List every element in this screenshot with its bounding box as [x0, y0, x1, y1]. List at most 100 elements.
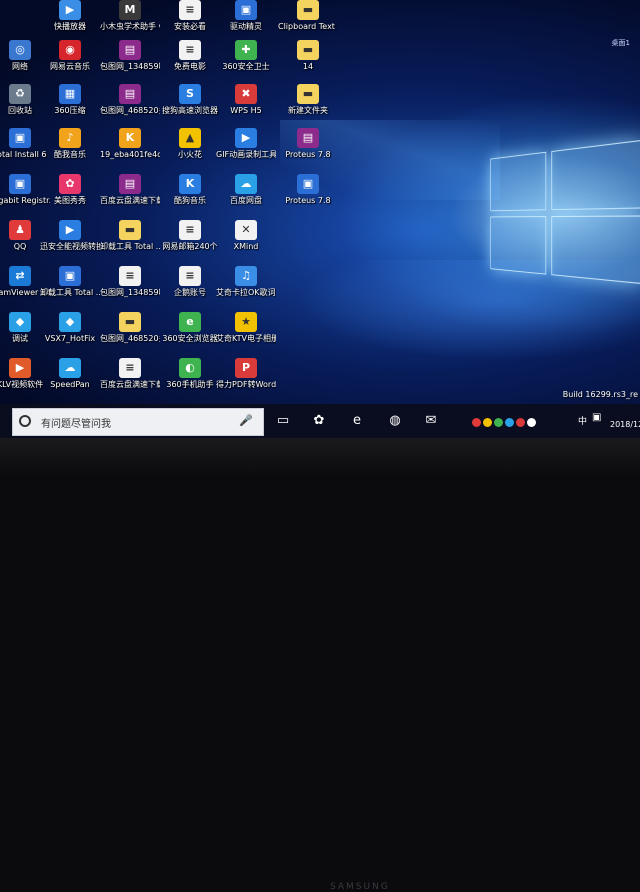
- app-icon: ▣: [9, 128, 31, 148]
- app-icon: e: [179, 312, 201, 332]
- app-icon: ▤: [119, 84, 141, 104]
- app-icon: ▶: [235, 128, 257, 148]
- desktop-icon-label: Clipboard Text (2018...: [278, 22, 338, 31]
- task-view-button[interactable]: ▭: [272, 410, 294, 432]
- desktop-icon-label: 小木虫学术助手 v0.1.8...: [100, 22, 160, 31]
- search-placeholder: 有问题尽管问我: [41, 419, 111, 430]
- app-icon: ☁: [59, 358, 81, 378]
- desktop-icon-label: 快播放器: [54, 22, 86, 31]
- desktop-icon-label: 14: [302, 62, 314, 71]
- app-icon: ▤: [297, 128, 319, 148]
- desktop-icon-label: 艾奇卡拉OK歌词字幕制...: [216, 288, 276, 297]
- tray-app-icon[interactable]: [516, 418, 525, 427]
- app-icon: ≡: [179, 0, 201, 20]
- desktop-icon-label: 360安全浏览器: [162, 334, 218, 343]
- notification-icon[interactable]: ▣: [592, 412, 601, 423]
- desktop-icon-label: 包图网_468520多...: [100, 106, 160, 115]
- desktop-icon-label: 百度云盘满速下载器: [100, 380, 160, 389]
- app-icon: ≡: [119, 358, 141, 378]
- logo-pane-top-left: [490, 151, 547, 212]
- desktop-icon-label: 百度云盘满速下载器: [100, 196, 160, 205]
- desktop-icon-label: 包图网_468520多...: [100, 334, 160, 343]
- clock-date[interactable]: 2018/12: [610, 420, 640, 429]
- desktop-icon-label: 360安全卫士: [222, 62, 270, 71]
- desktop-icon-label: VSX7_HotFix: [44, 334, 96, 343]
- app-icon: ◐: [179, 358, 201, 378]
- app-icon: M: [119, 0, 141, 20]
- desktop-icon-label: 迅安全能视频转换器: [40, 242, 100, 251]
- ime-indicator[interactable]: 中: [578, 414, 587, 427]
- desktop-icon-label: Proteus 7.8: [285, 150, 331, 159]
- app-icon: ♪: [59, 128, 81, 148]
- desktop-icon-label: 卸载工具 Total ...: [40, 288, 100, 297]
- desktop-icon-label: 美图秀秀: [54, 196, 86, 205]
- desktop-icon-label: 19_eba401fe4c18f209e...: [100, 150, 160, 159]
- desktop-icon-label: 新建文件夹: [288, 106, 328, 115]
- desktop-icon-label: 卸载工具 Total ...: [100, 242, 160, 251]
- cortana-icon: [19, 415, 31, 427]
- app-icon: ≡: [179, 220, 201, 240]
- desktop-icon-label: GIF动画录制工具: [216, 150, 276, 159]
- app-icon: ▣: [235, 0, 257, 20]
- app-icon: ▦: [59, 84, 81, 104]
- tray-app-icon[interactable]: [483, 418, 492, 427]
- desktop-label: 桌面1: [611, 39, 630, 47]
- app-icon: ✚: [235, 40, 257, 60]
- app-icon: ▬: [119, 220, 141, 240]
- app-icon: S: [179, 84, 201, 104]
- app-icon: ▤: [119, 174, 141, 194]
- desktop-icon-label: XMind: [233, 242, 259, 251]
- tray-app-icon[interactable]: [527, 418, 536, 427]
- app-icon: ✖: [235, 84, 257, 104]
- app-icon: ◎: [9, 40, 31, 60]
- tray-app-icon[interactable]: [494, 418, 503, 427]
- tray-app-icon[interactable]: [472, 418, 481, 427]
- app-icon: ≡: [179, 266, 201, 286]
- desktop-icon-label: 得力PDF转Word: [216, 380, 276, 389]
- app-icon: ▬: [297, 0, 319, 20]
- tray-app-icon[interactable]: [505, 418, 514, 427]
- app-button-2[interactable]: ◍: [384, 410, 406, 432]
- app-icon: ♫: [235, 266, 257, 286]
- app-icon: ▶: [59, 0, 81, 20]
- desktop-icon-label: 百度网盘: [230, 196, 262, 205]
- desktop-icon-label: 酷狗音乐: [174, 196, 206, 205]
- system-tray-icons: [472, 412, 538, 430]
- app-icon: ☁: [235, 174, 257, 194]
- app-icon: ▬: [297, 84, 319, 104]
- microphone-icon[interactable]: 🎤: [239, 414, 253, 427]
- mail-button[interactable]: ✉: [420, 410, 442, 432]
- desktop-icon-label: SpeedPan: [50, 380, 90, 389]
- cortana-search-box[interactable]: 有问题尽管问我 🎤: [12, 408, 264, 436]
- desktop-icon-label: 搜狗高速浏览器: [162, 106, 218, 115]
- desktop-icon-label: WPS H5: [230, 106, 262, 115]
- app-icon: ▶: [59, 220, 81, 240]
- desktop-icon-label: Proteus 7.8: [285, 196, 331, 205]
- app-icon: ▣: [59, 266, 81, 286]
- app-icon: K: [119, 128, 141, 148]
- windows-logo-wallpaper: [490, 139, 640, 302]
- desktop-icon-label: 企鹅账号: [174, 288, 206, 297]
- app-button-1[interactable]: ✿: [308, 410, 330, 432]
- app-icon: ◉: [59, 40, 81, 60]
- desktop-icon[interactable]: ▣ Proteus 7.8: [278, 174, 338, 228]
- desktop-icon-label: 免费电影: [174, 62, 206, 71]
- start-button[interactable]: [0, 404, 12, 438]
- app-icon: ▲: [179, 128, 201, 148]
- desktop-icon-label: 小火花: [178, 150, 202, 159]
- logo-pane-top-right: [551, 139, 640, 211]
- app-icon: ♟: [9, 220, 31, 240]
- app-icon: ★: [235, 312, 257, 332]
- app-icon: K: [179, 174, 201, 194]
- logo-pane-bottom-left: [490, 216, 547, 275]
- edge-button[interactable]: e: [346, 410, 368, 432]
- desktop-icon-label: 包图网_134859唯...: [100, 62, 160, 71]
- app-icon: ▤: [119, 40, 141, 60]
- desktop-icon-label: 360手机助手: [166, 380, 214, 389]
- desktop-icon-label: 艾奇KTV电子相册制作软件: [216, 334, 276, 343]
- desktop-screen[interactable]: ▶ 快播放器 M 小木虫学术助手 v0.1.8... ≡ 安装必看 ▣ 驱动精灵 ▬ Clipbo…: [0, 0, 640, 438]
- app-icon: ✿: [59, 174, 81, 194]
- app-icon: ≡: [179, 40, 201, 60]
- monitor-bezel: SAMSUNG: [0, 438, 640, 892]
- monitor: ▶ 快播放器 M 小木虫学术助手 v0.1.8... ≡ 安装必看 ▣ 驱动精灵 ▬ Clipbo…: [0, 0, 640, 892]
